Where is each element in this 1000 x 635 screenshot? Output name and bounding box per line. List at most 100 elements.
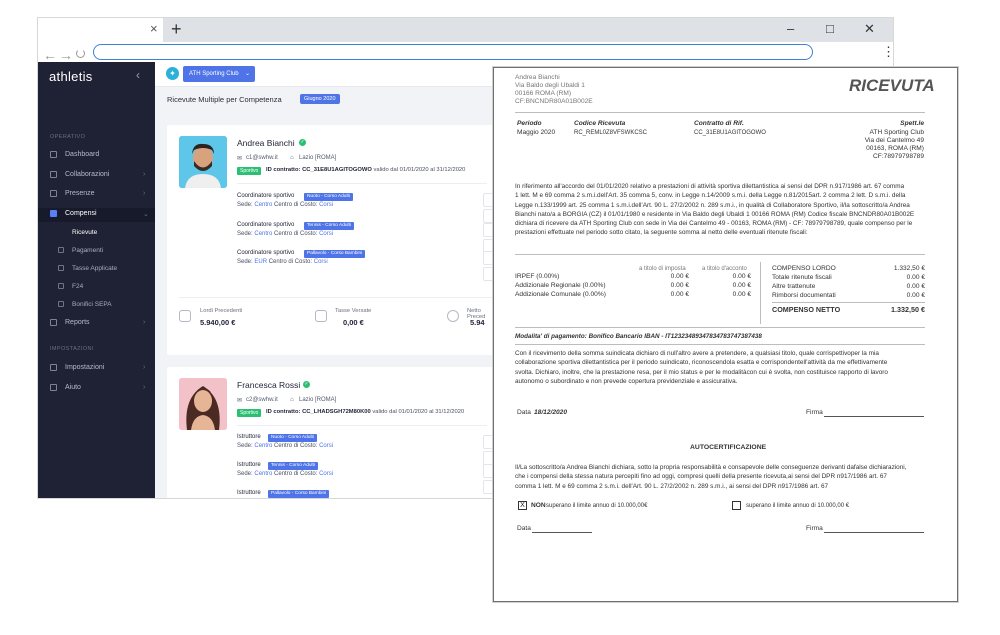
back-button[interactable]: ← bbox=[43, 47, 57, 63]
role-badge: Sportivo bbox=[237, 409, 262, 417]
divider bbox=[772, 302, 925, 303]
reload-icon[interactable] bbox=[76, 49, 85, 58]
tax-row-label: Addizionale Regionale (0.00%) bbox=[515, 282, 606, 289]
sidebar-subitem-f24[interactable]: F24 bbox=[38, 280, 155, 294]
body-line: prestazioni effettuate nel periodo sotto… bbox=[515, 229, 808, 237]
totals-row: Lordi Precedenti 5.940,00 € Tasse Versat… bbox=[179, 297, 497, 337]
email-icon: ✉ bbox=[237, 156, 243, 162]
totals-value: 1.332,50 € bbox=[893, 265, 925, 272]
reports-icon bbox=[50, 319, 57, 326]
divider bbox=[515, 327, 925, 328]
body-line: dichiara di ricevere da ATH Sporting Clu… bbox=[515, 220, 913, 228]
sender-line: 00166 ROMA (RM) bbox=[515, 90, 572, 97]
sidebar-item-presenze[interactable]: Presenze › bbox=[38, 188, 155, 202]
receipt-title: RICEVUTA bbox=[849, 76, 935, 95]
contract-validity: valido dal 01/01/2020 al 31/12/2020 bbox=[372, 409, 465, 415]
person-card: Andrea Bianchi ✓ ✉ c1@swhw.it ⌂ Lazio [R… bbox=[167, 125, 497, 355]
sidebar-item-collaborazioni[interactable]: Collaborazioni › bbox=[38, 169, 155, 183]
browser-tab[interactable]: × bbox=[38, 18, 163, 42]
chevron-right-icon: › bbox=[143, 384, 146, 391]
person-location: Lazio [ROMA] bbox=[299, 397, 337, 403]
autocert-line: comma 1 lett. M e 69 comma 2 s.m.i. dell… bbox=[515, 482, 829, 490]
payment-method: Modalita' di pagamento: Bonifico Bancari… bbox=[515, 333, 762, 340]
sidebar-item-aiuto[interactable]: Aiuto › bbox=[38, 382, 155, 396]
chevron-down-icon: ⌄ bbox=[244, 71, 250, 77]
app-logo: athletis bbox=[49, 69, 93, 84]
collaborations-icon bbox=[50, 171, 57, 178]
contract-info: ID contratto: CC_31E8U1AGITOGOWO valido … bbox=[266, 167, 465, 173]
verified-icon: ✓ bbox=[299, 139, 306, 146]
tax-row-b: 0.00 € bbox=[732, 273, 751, 280]
totals-label: Totale ritenute fiscali bbox=[772, 274, 832, 281]
sidebar-item-label: Ricevute bbox=[72, 229, 98, 236]
divider bbox=[237, 425, 487, 426]
role-badge: Sportivo bbox=[237, 167, 262, 175]
person-location: Lazio [ROMA] bbox=[299, 155, 337, 161]
sidebar-subitem-bonifici[interactable]: Bonifici SEPA bbox=[38, 298, 155, 312]
divider bbox=[237, 183, 487, 184]
declaration-line: svolta. Dichiaro, inoltre, che la presta… bbox=[515, 368, 888, 376]
sidebar-item-label: Tasse Applicate bbox=[72, 265, 118, 272]
coin-icon bbox=[447, 310, 459, 322]
tax-icon bbox=[315, 310, 327, 322]
role-title: Istruttore bbox=[237, 490, 261, 496]
person-email: c1@swhw.it bbox=[246, 155, 278, 161]
course-badge: Pallavolo - Corso Bambini bbox=[268, 490, 330, 498]
sender-line: Andrea Bianchi bbox=[515, 74, 560, 81]
sidebar-item-label: Dashboard bbox=[65, 151, 100, 158]
sidebar-item-impostazioni[interactable]: Impostazioni › bbox=[38, 362, 155, 376]
club-select[interactable]: ATH Sporting Club ⌄ bbox=[183, 66, 255, 82]
tax-row-a: 0.00 € bbox=[670, 273, 689, 280]
divider bbox=[515, 344, 925, 345]
periodo-header: Periodo bbox=[517, 120, 542, 127]
tab-bar: × + – □ ✕ bbox=[38, 18, 893, 42]
supera-checkbox[interactable] bbox=[732, 501, 741, 510]
contract-validity: valido dal 01/01/2020 al 31/12/2020 bbox=[373, 167, 466, 173]
maximize-button[interactable]: □ bbox=[826, 21, 834, 37]
signature-line bbox=[824, 532, 924, 533]
date-label: Data bbox=[517, 525, 531, 532]
sede-line: Sede: Centro Centro di Costo: Corsi bbox=[237, 231, 334, 237]
tax-row-label: Addizionale Comunale (0.00%) bbox=[515, 291, 606, 298]
signature-label: Firma bbox=[806, 525, 823, 532]
collapse-sidebar-icon[interactable]: ‹ bbox=[136, 68, 140, 82]
sidebar-item-compensi[interactable]: Compensi ⌄ bbox=[38, 208, 155, 222]
signature-line bbox=[824, 416, 924, 417]
contract-label: ID contratto: bbox=[266, 167, 301, 173]
body-line: In riferimento all'accordo del 01/01/202… bbox=[515, 183, 905, 190]
address-bar[interactable] bbox=[93, 44, 813, 60]
section-heading-impostazioni: IMPOSTAZIONI bbox=[50, 346, 94, 352]
new-tab-button[interactable]: + bbox=[171, 19, 182, 39]
close-window-button[interactable]: ✕ bbox=[864, 21, 875, 37]
tab-close-icon[interactable]: × bbox=[150, 22, 158, 36]
minimize-button[interactable]: – bbox=[787, 21, 794, 37]
contract-id: CC_31E8U1AGITOGOWO bbox=[302, 167, 372, 173]
course-badge: Nuoto - Corso Adulti bbox=[268, 434, 317, 442]
totals-value: 0.00 € bbox=[906, 274, 925, 281]
person-name[interactable]: Andrea Bianchi bbox=[237, 138, 295, 148]
forward-button[interactable]: → bbox=[59, 47, 73, 63]
sidebar-subitem-tasse[interactable]: Tasse Applicate bbox=[38, 262, 155, 276]
sidebar-subitem-ricevute[interactable]: Ricevute bbox=[38, 226, 155, 240]
person-name[interactable]: Francesca Rossi bbox=[237, 380, 300, 390]
netto-label: COMPENSO NETTO bbox=[772, 305, 841, 314]
non-supera-checkbox[interactable]: X bbox=[518, 501, 527, 510]
sidebar-subitem-pagamenti[interactable]: Pagamenti bbox=[38, 244, 155, 258]
autocert-text: Il/La sottoscritto/a Andrea Bianchi dich… bbox=[515, 463, 927, 491]
receipt-body: In riferimento all'accordo del 01/01/202… bbox=[515, 182, 927, 238]
tax-icon bbox=[58, 265, 64, 271]
sidebar-item-reports[interactable]: Reports › bbox=[38, 317, 155, 331]
role-title: Istruttore bbox=[237, 462, 261, 468]
sede-line: Sede: Centro Centro di Costo: Corsi bbox=[237, 443, 334, 449]
browser-menu-icon[interactable]: ⋮ bbox=[882, 45, 893, 59]
contract-info: ID contratto: CC_LHADSGH72M80K00 valido … bbox=[266, 409, 464, 415]
codice-header: Codice Ricevuta bbox=[574, 120, 626, 127]
totals-label: Altre trattenute bbox=[772, 283, 816, 290]
role-title: Coordinatore sportivo bbox=[237, 250, 295, 256]
sidebar-item-dashboard[interactable]: Dashboard bbox=[38, 149, 155, 163]
payments-icon bbox=[50, 210, 57, 217]
chevron-right-icon: › bbox=[143, 364, 146, 371]
person-card: Francesca Rossi ✓ ✉ c2@swhw.it ⌂ Lazio [… bbox=[167, 367, 497, 498]
course-badge: Tennis - Corso Adulti bbox=[268, 462, 318, 470]
receipt-document: Andrea Bianchi Via Baldo degli Ubaldi 1 … bbox=[493, 67, 958, 602]
